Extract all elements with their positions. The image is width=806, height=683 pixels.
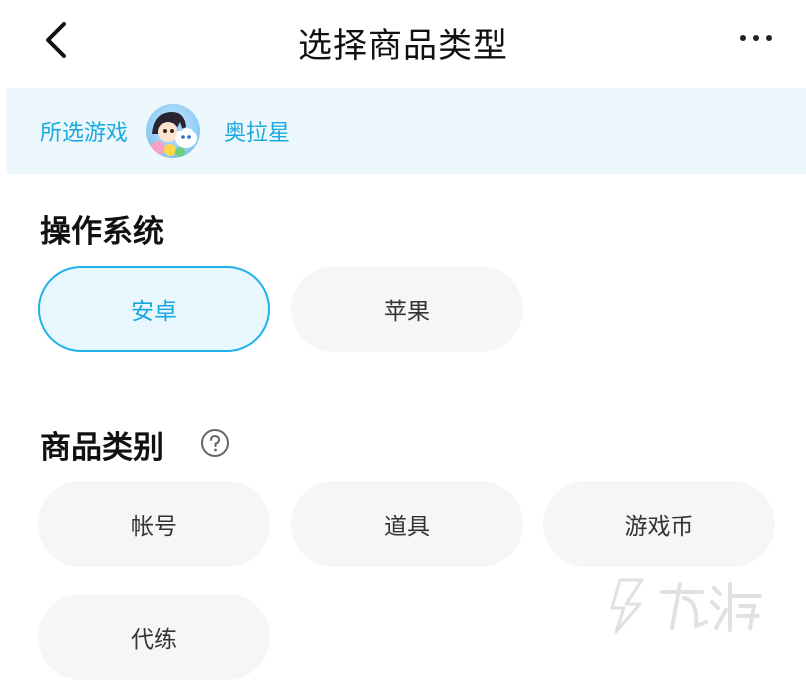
category-option-currency[interactable]: 游戏币 xyxy=(543,481,775,567)
top-nav-bar: 选择商品类型 xyxy=(0,0,806,84)
os-option-label: 苹果 xyxy=(384,299,430,325)
category-option-account[interactable]: 帐号 xyxy=(38,481,270,567)
page-title: 选择商品类型 xyxy=(298,26,508,66)
game-avatar xyxy=(146,104,201,158)
category-option-label: 游戏币 xyxy=(624,514,694,540)
game-avatar-image xyxy=(146,104,201,158)
category-option-label: 帐号 xyxy=(131,514,177,540)
os-option-ios[interactable]: 苹果 xyxy=(291,266,523,352)
selected-game-name: 奥拉星 xyxy=(224,121,291,146)
more-button[interactable] xyxy=(730,16,782,60)
os-section-title: 操作系统 xyxy=(40,214,164,250)
selected-game-bar[interactable]: 所选游戏 奥拉星 xyxy=(6,88,806,174)
category-option-boosting[interactable]: 代练 xyxy=(38,594,270,680)
watermark-logo xyxy=(602,570,772,640)
more-dot xyxy=(766,35,772,41)
category-option-label: 道具 xyxy=(384,514,430,540)
os-option-label: 安卓 xyxy=(131,299,177,325)
category-section-title: 商品类别 xyxy=(40,430,164,466)
os-option-android[interactable]: 安卓 xyxy=(38,266,270,352)
category-option-item[interactable]: 道具 xyxy=(291,481,523,567)
selected-game-label: 所选游戏 xyxy=(40,121,129,146)
page: 选择商品类型 所选游戏 奥拉星 操作系统 安卓 苹果 商品类别 帐号 道具 游戏… xyxy=(0,0,806,683)
question-circle-icon[interactable] xyxy=(200,428,230,458)
more-horizontal-icon xyxy=(740,35,746,41)
more-dot xyxy=(753,35,759,41)
category-option-label: 代练 xyxy=(131,627,177,653)
